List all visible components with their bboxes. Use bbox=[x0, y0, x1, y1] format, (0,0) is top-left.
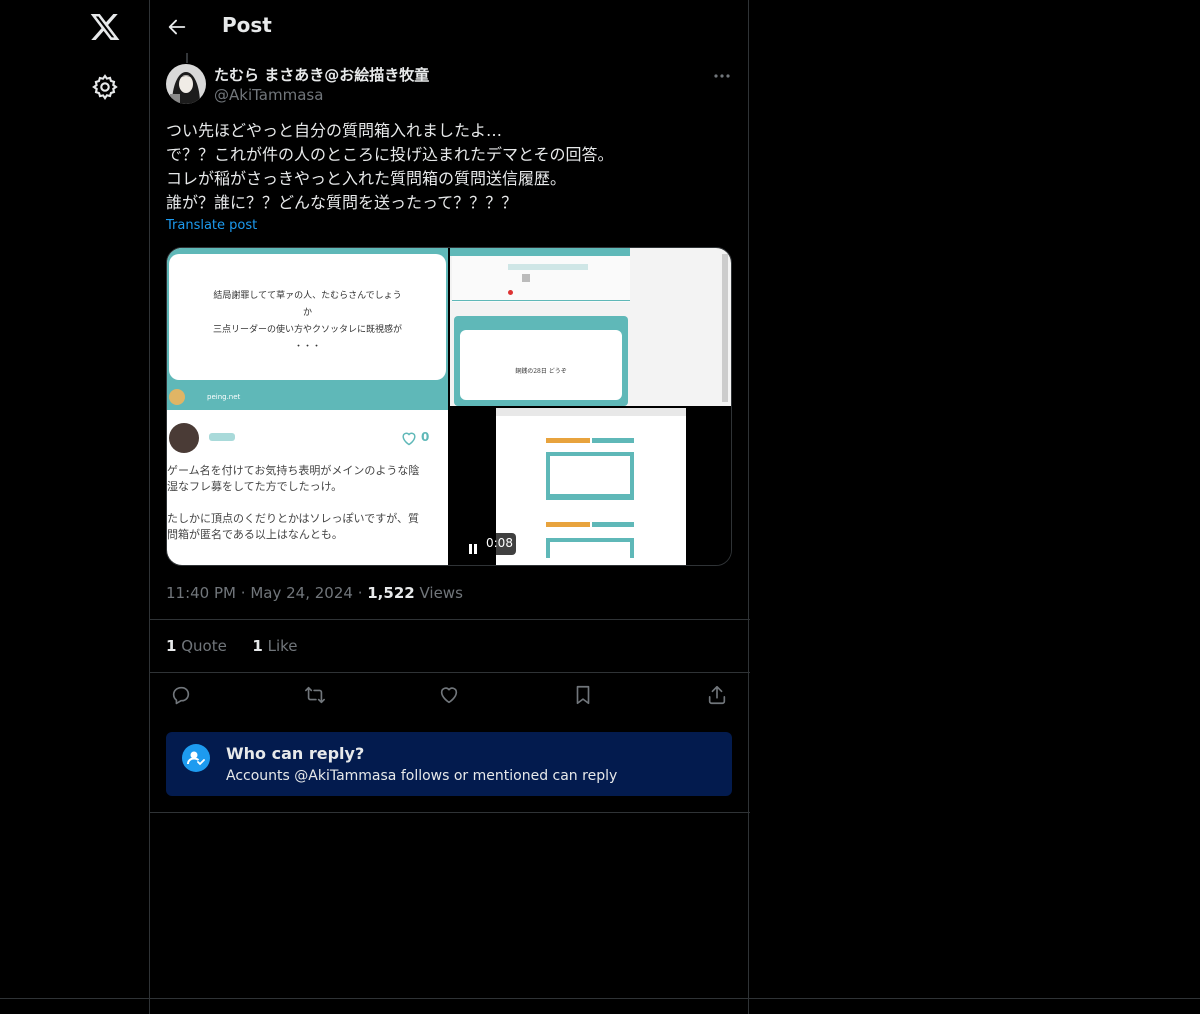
history-card-text: 銅銭の28日 どうぞ bbox=[515, 368, 567, 375]
thread-connector bbox=[186, 53, 188, 63]
scrollbar bbox=[722, 254, 728, 402]
answer-text: ゲーム名を付けてお気持ち表明がメインのような陰 湿なフレ募をしてた方でしたっけ。… bbox=[167, 463, 448, 543]
reply-icon[interactable] bbox=[170, 684, 194, 708]
bottom-divider bbox=[0, 998, 1200, 999]
primary-column: Post たむら まさあき@お絵描き牧童 @AkiTammasa つい先ほどやっ… bbox=[149, 0, 750, 1014]
site-logo-icon bbox=[169, 389, 185, 405]
answer-line: 湿なフレ募をしてた方でしたっけ。 bbox=[167, 480, 343, 493]
post-time[interactable]: 11:40 PM bbox=[166, 584, 236, 602]
teal-button bbox=[592, 522, 634, 527]
page-header: Post bbox=[150, 0, 748, 53]
question-line: ・・・ bbox=[293, 342, 321, 352]
video-time: 0:08 bbox=[486, 536, 513, 550]
notification-dot bbox=[508, 290, 513, 295]
meta-separator: · bbox=[357, 584, 363, 602]
quotes-count: 1 bbox=[166, 637, 177, 655]
page-title: Post bbox=[222, 13, 272, 37]
avatar[interactable] bbox=[166, 64, 206, 104]
tweet-line: つい先ほどやっと自分の質問箱入れましたよ… bbox=[166, 121, 503, 140]
answerer-name-blurred bbox=[209, 433, 235, 441]
views-count: 1,522 bbox=[367, 584, 415, 602]
like-count: 0 bbox=[421, 430, 430, 444]
translate-post-link[interactable]: Translate post bbox=[166, 218, 257, 233]
answerer-avatar bbox=[169, 423, 199, 453]
tweet-line: で？？これが件の人のところに投げ込まれたデマとその回答。 bbox=[166, 145, 614, 164]
author-handle[interactable]: @AkiTammasa bbox=[214, 86, 323, 104]
media-image-history[interactable]: 銅銭の28日 どうぞ bbox=[450, 248, 731, 406]
divider bbox=[150, 619, 750, 620]
video-time-badge[interactable]: 0:08 bbox=[460, 533, 516, 555]
question-line: か bbox=[302, 308, 312, 318]
more-options-icon[interactable] bbox=[712, 66, 732, 86]
share-icon[interactable] bbox=[706, 684, 730, 708]
tab-divider bbox=[452, 300, 630, 301]
who-can-reply-title: Who can reply? bbox=[226, 744, 365, 763]
action-bar bbox=[166, 684, 732, 710]
video-card-inner bbox=[550, 456, 630, 494]
answer-line: たしかに頂点のくだりとかはソレっぽいですが、質 bbox=[167, 512, 420, 525]
meta-separator: · bbox=[240, 584, 246, 602]
site-name: peing.net bbox=[207, 393, 241, 401]
x-logo-icon[interactable] bbox=[89, 11, 121, 43]
orange-button bbox=[546, 522, 590, 527]
quotes-label: Quote bbox=[181, 637, 227, 655]
answer-line: ゲーム名を付けてお気持ち表明がメインのような陰 bbox=[167, 464, 420, 477]
divider bbox=[150, 672, 750, 673]
media-grid: 結局謝罪してて草ァの人、たむらさんでしょう か 三点リーダーの使い方やクソッタレ… bbox=[166, 247, 732, 566]
who-can-reply-subtitle: Accounts @AkiTammasa follows or mentione… bbox=[226, 768, 618, 784]
media-video[interactable]: 0:08 bbox=[450, 408, 731, 565]
back-arrow-icon[interactable] bbox=[166, 16, 188, 38]
tweet-line: 誰が？誰に？？どんな質問を送ったって？？？？ bbox=[166, 193, 518, 212]
history-top-bar bbox=[450, 248, 630, 256]
history-card bbox=[460, 330, 622, 400]
question-text: 結局謝罪してて草ァの人、たむらさんでしょう か 三点リーダーの使い方やクソッタレ… bbox=[169, 288, 446, 356]
orange-button bbox=[546, 438, 590, 443]
post-stats: 1 Quote 1 Like bbox=[166, 637, 298, 655]
views-label: Views bbox=[419, 584, 463, 602]
post-meta: 11:40 PM · May 24, 2024 · 1,522 Views bbox=[166, 584, 463, 602]
who-can-reply-notice: Who can reply? Accounts @AkiTammasa foll… bbox=[166, 732, 732, 796]
like-icon[interactable] bbox=[438, 684, 462, 708]
repost-icon[interactable] bbox=[304, 684, 328, 708]
browser-bar bbox=[496, 408, 686, 416]
user-check-icon bbox=[182, 744, 210, 772]
quotes-stat[interactable]: 1 Quote bbox=[166, 637, 227, 655]
question-line: 三点リーダーの使い方やクソッタレに既視感が bbox=[212, 325, 402, 335]
history-panel bbox=[452, 256, 630, 302]
heart-icon bbox=[400, 430, 418, 446]
likes-count: 1 bbox=[252, 637, 263, 655]
media-image-question[interactable]: 結局謝罪してて草ァの人、たむらさんでしょう か 三点リーダーの使い方やクソッタレ… bbox=[167, 248, 448, 565]
question-line: 結局謝罪してて草ァの人、たむらさんでしょう bbox=[213, 291, 402, 301]
nav-rail bbox=[0, 0, 150, 1014]
video-card-inner bbox=[550, 542, 630, 558]
pause-icon[interactable] bbox=[468, 539, 478, 554]
bookmark-icon[interactable] bbox=[572, 684, 596, 708]
likes-stat[interactable]: 1 Like bbox=[252, 637, 297, 655]
post-date[interactable]: May 24, 2024 bbox=[250, 584, 353, 602]
video-frame bbox=[496, 408, 686, 565]
answer-line: 問箱が匿名である以上はなんとも。 bbox=[167, 528, 343, 541]
tweet-text: つい先ほどやっと自分の質問箱入れましたよ… で？？これが件の人のところに投げ込ま… bbox=[166, 119, 732, 215]
likes-label: Like bbox=[267, 637, 298, 655]
tweet-line: コレが稲がさっきやっと入れた質問箱の質問送信履歴。 bbox=[166, 169, 567, 188]
teal-button bbox=[592, 438, 634, 443]
divider bbox=[150, 812, 750, 813]
author-name[interactable]: たむら まさあき@お絵描き牧童 bbox=[214, 64, 429, 85]
gear-icon[interactable] bbox=[91, 73, 119, 101]
blurred-row bbox=[508, 264, 588, 270]
blurred-row bbox=[522, 274, 530, 282]
